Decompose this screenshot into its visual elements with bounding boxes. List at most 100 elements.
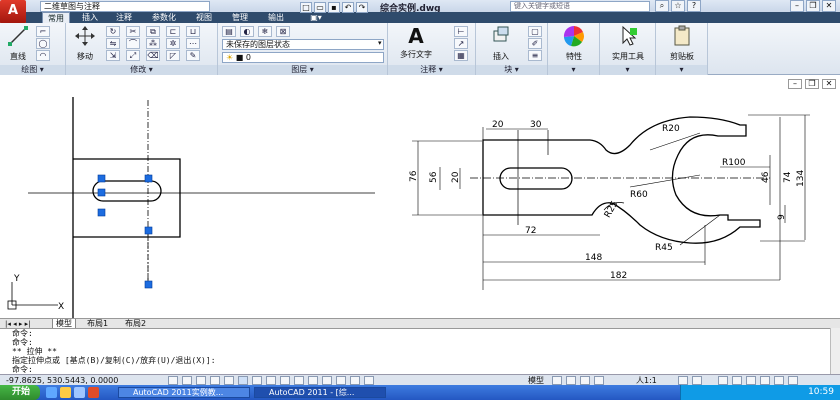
search-input[interactable]: 键入关键字或短语 bbox=[510, 1, 650, 12]
layer-isolate-icon[interactable]: ◐ bbox=[240, 26, 254, 37]
modify-panel-title[interactable]: 修改 ▾ bbox=[66, 65, 217, 75]
zoom-icon[interactable] bbox=[594, 376, 604, 385]
osnap-icon[interactable] bbox=[224, 376, 234, 385]
workspace-switch-icon[interactable] bbox=[718, 376, 728, 385]
lineweight-icon[interactable] bbox=[280, 376, 290, 385]
ducs-icon[interactable] bbox=[252, 376, 262, 385]
hardware-acceleration-icon[interactable] bbox=[746, 376, 756, 385]
mtext-button[interactable]: A 多行文字 bbox=[394, 25, 438, 60]
dyn-icon[interactable] bbox=[266, 376, 276, 385]
selection-cycling-icon[interactable] bbox=[322, 376, 332, 385]
tab-view[interactable]: 视图 bbox=[190, 12, 218, 23]
utilities-button[interactable]: 实用工具 bbox=[604, 25, 652, 62]
transparency-icon[interactable] bbox=[294, 376, 304, 385]
taskbar-item-document[interactable]: AutoCAD 2011实例教... bbox=[118, 387, 250, 398]
offset-icon[interactable]: ⊏ bbox=[166, 26, 180, 37]
ortho-icon[interactable] bbox=[196, 376, 206, 385]
lock-icon[interactable] bbox=[732, 376, 742, 385]
3d-osnap-icon[interactable] bbox=[336, 376, 346, 385]
chamfer-icon[interactable]: ◸ bbox=[166, 50, 180, 61]
scale-icon[interactable]: ⤢ bbox=[126, 50, 140, 61]
search-icon[interactable]: ⌕ bbox=[655, 0, 669, 12]
leader-icon[interactable]: ↗ bbox=[454, 38, 468, 49]
layer-lock-icon[interactable]: ⊠ bbox=[276, 26, 290, 37]
pan-icon[interactable] bbox=[580, 376, 590, 385]
layer-properties-icon[interactable]: ▤ bbox=[222, 26, 236, 37]
rotate-icon[interactable]: ↻ bbox=[106, 26, 120, 37]
chevron-down-icon[interactable]: ▾ bbox=[378, 39, 382, 47]
explode-icon[interactable]: ✲ bbox=[166, 38, 180, 49]
infer-constraints-icon[interactable] bbox=[364, 376, 374, 385]
move-button[interactable]: 移动 bbox=[70, 25, 100, 62]
array-icon[interactable]: ⁂ bbox=[146, 38, 160, 49]
undo-icon[interactable]: ↶ bbox=[342, 1, 354, 13]
polyline-icon[interactable]: ⌐ bbox=[36, 26, 50, 37]
stretch-icon[interactable]: ⇲ bbox=[106, 50, 120, 61]
table-icon[interactable]: ▦ bbox=[454, 50, 468, 61]
insert-button[interactable]: 插入 bbox=[480, 25, 522, 62]
block-panel-title[interactable]: 块 ▾ bbox=[476, 65, 547, 75]
tab-home[interactable]: 常用 bbox=[42, 12, 70, 23]
properties-dropdown[interactable]: ▾ bbox=[548, 65, 599, 75]
start-button[interactable]: 开始 bbox=[0, 385, 40, 400]
restore-icon[interactable]: ❐ bbox=[806, 0, 820, 12]
tab-manage[interactable]: 管理 bbox=[226, 12, 254, 23]
current-layer-select[interactable]: ☀ ■ 0 bbox=[222, 52, 384, 63]
drawing-canvas[interactable]: – ❐ ✕ Y X 20 30 R20 R100 R60 R25 72 R45 … bbox=[0, 75, 840, 318]
workspace-select[interactable]: 二维草图与注释 bbox=[40, 1, 210, 12]
create-block-icon[interactable]: ▢ bbox=[528, 26, 542, 37]
quick-properties-icon[interactable] bbox=[308, 376, 318, 385]
edit-icon[interactable]: ✎ bbox=[186, 50, 200, 61]
mirror-icon[interactable]: ⇋ bbox=[106, 38, 120, 49]
close-icon[interactable]: ✕ bbox=[822, 0, 836, 12]
redo-icon[interactable]: ↷ bbox=[356, 1, 368, 13]
erase-icon[interactable]: ⌫ bbox=[146, 50, 160, 61]
snap-icon[interactable] bbox=[168, 376, 178, 385]
tab-annotate[interactable]: 注释 bbox=[110, 12, 138, 23]
tab-options-icon[interactable]: ▣▾ bbox=[306, 12, 326, 23]
quick-view-drawings-icon[interactable] bbox=[566, 376, 576, 385]
tab-insert[interactable]: 插入 bbox=[76, 12, 104, 23]
annotation-visibility-icon[interactable] bbox=[678, 376, 688, 385]
tab-parametric[interactable]: 参数化 bbox=[144, 12, 184, 23]
autocad-launch-icon[interactable] bbox=[88, 387, 99, 398]
ie-icon[interactable] bbox=[46, 387, 57, 398]
command-prompt[interactable]: 命令: bbox=[12, 365, 840, 374]
layer-state-select[interactable]: 未保存的图层状态 bbox=[222, 39, 384, 50]
viewport-close-icon[interactable]: ✕ bbox=[822, 79, 836, 89]
utilities-dropdown[interactable]: ▾ bbox=[600, 65, 655, 75]
arc-icon[interactable]: ◠ bbox=[36, 50, 50, 61]
auto-scale-icon[interactable] bbox=[692, 376, 702, 385]
grid-icon[interactable] bbox=[182, 376, 192, 385]
folder-icon[interactable] bbox=[60, 387, 71, 398]
attribute-icon[interactable]: ≡ bbox=[528, 50, 542, 61]
clipboard-dropdown[interactable]: ▾ bbox=[656, 65, 707, 75]
star-icon[interactable]: ☆ bbox=[671, 0, 685, 12]
selection-grips[interactable] bbox=[97, 174, 153, 289]
quick-view-layouts-icon[interactable] bbox=[552, 376, 562, 385]
join-icon[interactable]: ⊔ bbox=[186, 26, 200, 37]
polar-icon[interactable] bbox=[210, 376, 220, 385]
properties-button[interactable]: 特性 bbox=[552, 25, 596, 62]
break-icon[interactable]: ⋯ bbox=[186, 38, 200, 49]
anno-monitor-icon[interactable] bbox=[350, 376, 360, 385]
trim-icon[interactable]: ✂ bbox=[126, 26, 140, 37]
desktop-icon[interactable] bbox=[74, 387, 85, 398]
line-button[interactable]: 直线 bbox=[4, 25, 32, 62]
viewport-minimize-icon[interactable]: – bbox=[788, 79, 802, 89]
isolate-objects-icon[interactable] bbox=[760, 376, 770, 385]
draw-panel-title[interactable]: 绘图 ▾ bbox=[0, 65, 65, 75]
fillet-icon[interactable]: ⌒ bbox=[126, 38, 140, 49]
linear-dimension-icon[interactable]: ⊢ bbox=[454, 26, 468, 37]
open-icon[interactable]: ▭ bbox=[314, 1, 326, 13]
taskbar-item-autocad[interactable]: AutoCAD 2011 - [综... bbox=[254, 387, 386, 398]
copy-icon[interactable]: ⧉ bbox=[146, 26, 160, 37]
clean-screen-icon[interactable] bbox=[788, 376, 798, 385]
save-icon[interactable]: ▪ bbox=[328, 1, 340, 13]
minimize-icon[interactable]: – bbox=[790, 0, 804, 12]
circle-icon[interactable]: ◯ bbox=[36, 38, 50, 49]
viewport-restore-icon[interactable]: ❐ bbox=[805, 79, 819, 89]
annotation-panel-title[interactable]: 注释 ▾ bbox=[388, 65, 475, 75]
command-line[interactable]: 命令: 命令: ** 拉伸 ** 指定拉伸点或 [基点(B)/复制(C)/放弃(… bbox=[0, 328, 840, 374]
new-icon[interactable]: □ bbox=[300, 1, 312, 13]
